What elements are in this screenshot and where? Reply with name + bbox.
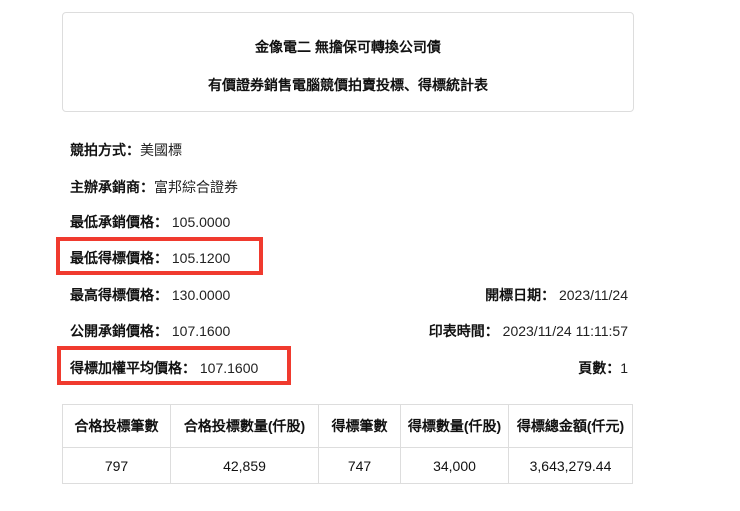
info-value: 105.0000 <box>168 214 231 230</box>
column-header: 得標數量(仟股) <box>400 404 509 448</box>
table-cell: 34,000 <box>400 447 509 484</box>
info-public-underwriting-price: 公開承銷價格： 107.1600 <box>70 321 230 341</box>
column-header: 得標總金額(仟元) <box>508 404 633 448</box>
info-label: 競拍方式： <box>70 142 140 158</box>
table-cell: 747 <box>318 447 401 484</box>
report-header: 金像電二 無擔保可轉換公司債 有價證券銷售電腦競價拍賣投標、得標統計表 <box>62 12 634 112</box>
table-cell: 3,643,279.44 <box>508 447 633 484</box>
info-label: 得標加權平均價格： <box>70 360 196 376</box>
info-opening-date: 開標日期： 2023/11/24 <box>485 285 628 305</box>
info-min-winning-price: 最低得標價格： 105.1200 <box>70 248 230 268</box>
column-header: 合格投標數量(仟股) <box>170 404 319 448</box>
info-label: 最低承銷價格： <box>70 214 168 230</box>
report-title: 金像電二 無擔保可轉換公司債 <box>255 39 441 55</box>
info-label: 開標日期： <box>485 287 556 303</box>
info-value: 130.0000 <box>168 287 231 303</box>
info-value: 美國標 <box>140 142 182 158</box>
info-print-time: 印表時間： 2023/11/24 11:11:57 <box>429 321 628 341</box>
info-label: 印表時間： <box>428 323 499 339</box>
table-row: 797 42,859 747 34,000 3,643,279.44 <box>62 447 633 484</box>
info-label: 主辦承銷商： <box>70 179 154 195</box>
info-label: 最高得標價格： <box>70 287 168 303</box>
info-value: 2023/11/24 <box>555 287 628 303</box>
info-min-underwriting-price: 最低承銷價格： 105.0000 <box>70 212 230 232</box>
column-header: 合格投標筆數 <box>62 404 171 448</box>
bid-statistics-table: 合格投標筆數 合格投標數量(仟股) 得標筆數 得標數量(仟股) 得標總金額(仟元… <box>62 404 633 484</box>
table-cell: 42,859 <box>170 447 319 484</box>
info-lead-underwriter: 主辦承銷商：富邦綜合證券 <box>70 177 238 197</box>
info-max-winning-price: 最高得標價格： 130.0000 <box>70 285 230 305</box>
info-value: 107.1600 <box>196 360 259 376</box>
info-value: 1 <box>620 360 628 376</box>
info-label: 頁數： <box>578 360 621 376</box>
report-subtitle: 有價證券銷售電腦競價拍賣投標、得標統計表 <box>208 77 488 93</box>
info-value: 2023/11/24 11:11:57 <box>498 323 628 339</box>
info-page-count: 頁數：1 <box>578 358 628 378</box>
table-header-row: 合格投標筆數 合格投標數量(仟股) 得標筆數 得標數量(仟股) 得標總金額(仟元… <box>62 404 633 448</box>
column-header: 得標筆數 <box>318 404 401 448</box>
info-weighted-avg-price: 得標加權平均價格： 107.1600 <box>70 358 258 378</box>
info-label: 公開承銷價格： <box>70 323 168 339</box>
info-value: 富邦綜合證券 <box>154 179 238 195</box>
table-cell: 797 <box>62 447 171 484</box>
info-value: 107.1600 <box>168 323 231 339</box>
info-label: 最低得標價格： <box>70 250 168 266</box>
info-value: 105.1200 <box>168 250 231 266</box>
info-auction-method: 競拍方式：美國標 <box>70 140 182 160</box>
